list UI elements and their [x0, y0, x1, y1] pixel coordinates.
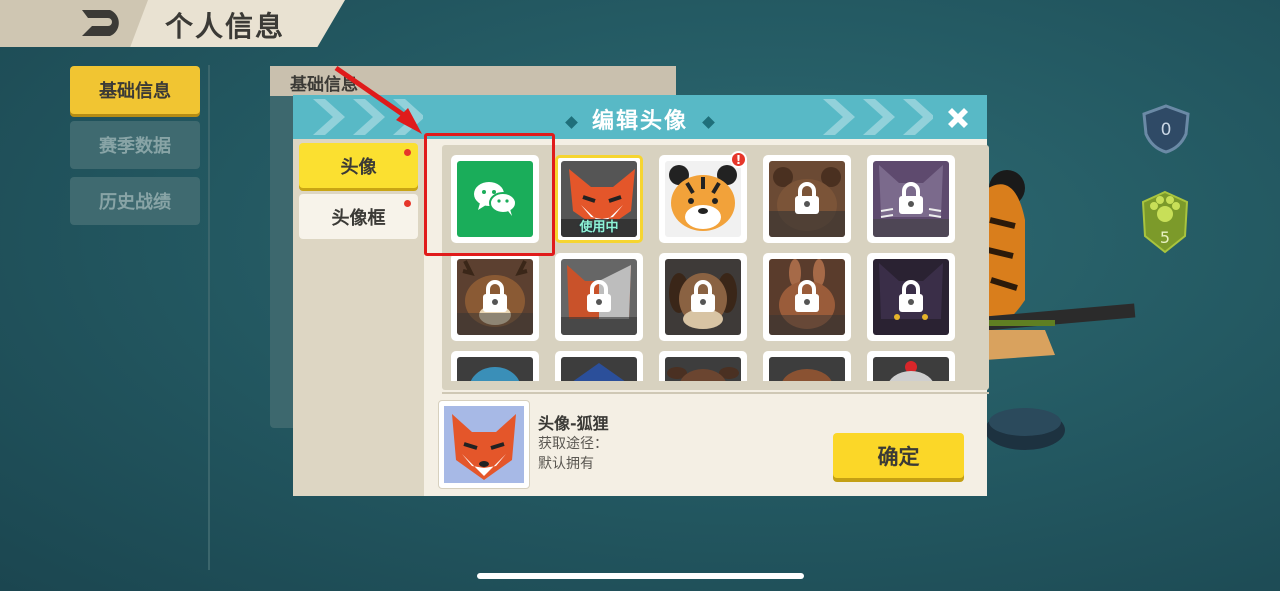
lock-icon — [899, 182, 923, 214]
obtain-method-value: 默认拥有 — [538, 456, 594, 472]
cat-avatar — [873, 161, 949, 237]
lock-icon — [899, 280, 923, 312]
nav-divider — [208, 65, 210, 570]
avatar-cell-brown[interactable] — [763, 351, 851, 381]
close-icon[interactable] — [945, 105, 971, 131]
obtain-method-label: 获取途径： — [538, 436, 608, 452]
avatar-cell-fish[interactable] — [451, 351, 539, 381]
deer-avatar — [457, 259, 533, 335]
notification-dot — [404, 200, 411, 207]
back-arrow-icon — [82, 10, 119, 36]
tab-label: 头像 — [340, 156, 377, 178]
lock-icon — [795, 280, 819, 312]
highlight-box — [424, 133, 555, 256]
paw-icon: 5 — [1141, 190, 1189, 254]
level-shield-badge: 0 — [1136, 104, 1196, 158]
shark-avatar — [561, 357, 637, 381]
page-title: 个人信息 — [165, 10, 286, 43]
tab-label: 头像框 — [331, 207, 386, 229]
avatar-cell-cow[interactable] — [659, 351, 747, 381]
tab-avatar-frame[interactable]: 头像框 — [299, 194, 418, 239]
rabbit-avatar — [769, 259, 845, 335]
avatar-cell-calico[interactable] — [555, 253, 643, 341]
alert-badge: ! — [730, 151, 747, 168]
cow-avatar — [665, 357, 741, 381]
avatar-cell-dog[interactable] — [659, 253, 747, 341]
avatar-cell-chicken[interactable] — [867, 351, 955, 381]
dialog-title: 编辑头像 — [591, 109, 688, 134]
nav-season-data[interactable]: 赛季数据 — [70, 121, 200, 169]
lock-icon — [691, 280, 715, 312]
in-use-label: 使用中 — [579, 220, 619, 235]
avatar-cell-rabbit[interactable] — [763, 253, 851, 341]
annotation-arrow-icon — [334, 65, 422, 134]
nav-label: 历史战绩 — [99, 192, 171, 213]
home-indicator[interactable] — [477, 573, 804, 579]
avatar-cell-deer[interactable] — [451, 253, 539, 341]
nav-label: 基础信息 — [99, 81, 171, 102]
avatar-cell-cat[interactable] — [867, 155, 955, 243]
fox-face-icon — [452, 414, 516, 480]
page-header: 个人信息 — [0, 0, 345, 47]
selected-avatar-name: 头像-狐狸 — [538, 414, 609, 433]
level-text: 0 — [1161, 120, 1172, 140]
lock-icon — [795, 182, 819, 214]
lock-icon — [483, 280, 507, 312]
grid-bottom-strip — [442, 392, 989, 394]
dialog-side-tabs: 头像 头像框 — [293, 139, 424, 496]
paw-count-text: 5 — [1160, 228, 1170, 247]
avatar-cell-black-cat[interactable] — [867, 253, 955, 341]
nav-label: 赛季数据 — [99, 136, 171, 157]
selected-avatar-preview — [438, 400, 530, 489]
brown-avatar — [769, 357, 845, 381]
fish-avatar — [457, 357, 533, 381]
diamond-left-icon — [565, 115, 578, 129]
lock-icon — [587, 280, 611, 312]
tiger-avatar — [665, 161, 741, 237]
back-button[interactable] — [0, 0, 148, 47]
tab-avatar[interactable]: 头像 — [299, 143, 418, 188]
nav-basic-info[interactable]: 基础信息 — [70, 66, 200, 114]
avatar-cell-bear[interactable] — [763, 155, 851, 243]
black-cat-avatar — [873, 259, 949, 335]
fox-avatar: 使用中 — [561, 161, 637, 237]
bear-avatar — [769, 161, 845, 237]
diamond-right-icon — [702, 115, 715, 129]
nav-history[interactable]: 历史战绩 — [70, 177, 200, 225]
dog-avatar — [665, 259, 741, 335]
chicken-avatar — [873, 357, 949, 381]
fox-avatar-preview — [444, 406, 524, 483]
player-character — [984, 160, 1145, 480]
notification-dot — [404, 149, 411, 156]
confirm-label: 确定 — [877, 444, 920, 469]
calico-avatar — [561, 259, 637, 335]
avatar-cell-tiger[interactable]: ! — [659, 151, 747, 243]
avatar-cell-shark[interactable] — [555, 351, 643, 381]
edit-avatar-dialog: 编辑头像 头像 头像框 使用中 ! 头像-狐狸 获取途径： 默认拥有 确定 — [293, 95, 989, 496]
shield-icon: 0 — [1142, 104, 1190, 154]
avatar-cell-fox[interactable]: 使用中 — [555, 155, 643, 243]
paw-badge: 5 — [1140, 190, 1190, 260]
confirm-button[interactable]: 确定 — [833, 433, 964, 478]
tiger-face-icon — [669, 165, 737, 231]
